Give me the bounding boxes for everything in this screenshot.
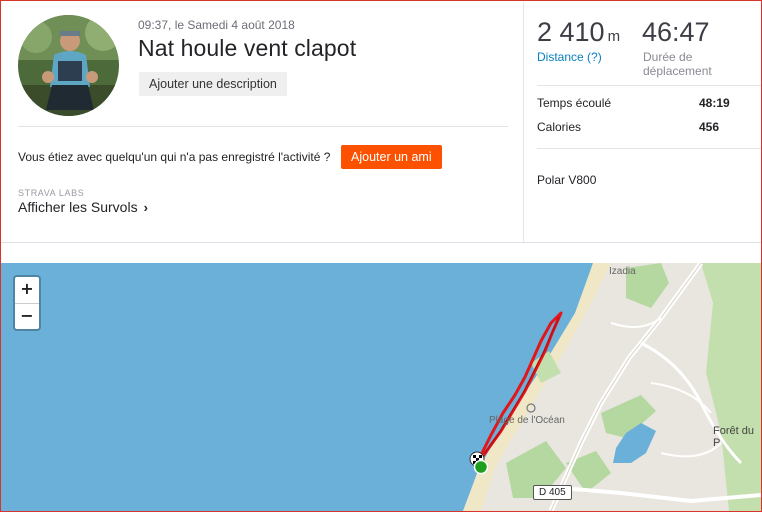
stats-divider-bottom bbox=[537, 148, 762, 149]
stats-divider-top bbox=[537, 85, 762, 86]
moving-time-value: 46:47 bbox=[642, 17, 710, 47]
device-name: Polar V800 bbox=[537, 173, 597, 187]
map-label-plage: Plage de l'Océan bbox=[489, 415, 565, 426]
add-friend-button[interactable]: Ajouter un ami bbox=[341, 145, 442, 169]
avatar-photo bbox=[18, 15, 119, 116]
zoom-out-button[interactable]: − bbox=[15, 303, 39, 329]
chevron-right-icon: › bbox=[143, 199, 148, 215]
moving-time-label-line1: Durée de bbox=[643, 50, 693, 64]
stats-divider bbox=[523, 2, 524, 243]
zoom-control: + − bbox=[13, 275, 41, 331]
map-canvas bbox=[1, 263, 761, 511]
map-label-izadia: Izadia bbox=[609, 266, 636, 277]
flyby-label: Afficher les Survols bbox=[18, 199, 138, 215]
distance-label[interactable]: Distance (?) bbox=[537, 50, 602, 64]
elapsed-time-value: 48:19 bbox=[699, 96, 730, 110]
activity-datetime: 09:37, le Samedi 4 août 2018 bbox=[138, 18, 295, 32]
elapsed-time-label: Temps écoulé bbox=[537, 96, 612, 110]
start-marker-icon bbox=[473, 459, 489, 475]
flyby-link[interactable]: Afficher les Survols › bbox=[18, 199, 148, 215]
road-badge-d405: D 405 bbox=[533, 485, 572, 500]
calories-value: 456 bbox=[699, 120, 720, 134]
add-friend-prompt: Vous étiez avec quelqu'un qui n'a pas en… bbox=[18, 150, 331, 164]
moving-time-label-line2: déplacement bbox=[643, 64, 712, 78]
distance-stat: 2 410 m bbox=[537, 17, 620, 48]
activity-title: Nat houle vent clapot bbox=[138, 35, 357, 61]
divider bbox=[18, 126, 508, 127]
moving-time-label: Durée de déplacement bbox=[643, 50, 712, 78]
activity-card: 09:37, le Samedi 4 août 2018 Nat houle v… bbox=[1, 1, 762, 243]
strava-labs-tag: STRAVA LABS bbox=[18, 188, 85, 198]
zoom-in-button[interactable]: + bbox=[15, 277, 39, 303]
distance-unit: m bbox=[607, 28, 621, 45]
activity-map[interactable]: + − Izadia Plage de l'Océan Forêt du P D… bbox=[1, 263, 761, 511]
add-description-button[interactable]: Ajouter une description bbox=[139, 72, 287, 96]
calories-label: Calories bbox=[537, 120, 582, 134]
distance-value: 2 410 bbox=[537, 17, 605, 47]
athlete-avatar[interactable] bbox=[18, 15, 119, 116]
map-label-foret: Forêt du P bbox=[713, 425, 754, 449]
